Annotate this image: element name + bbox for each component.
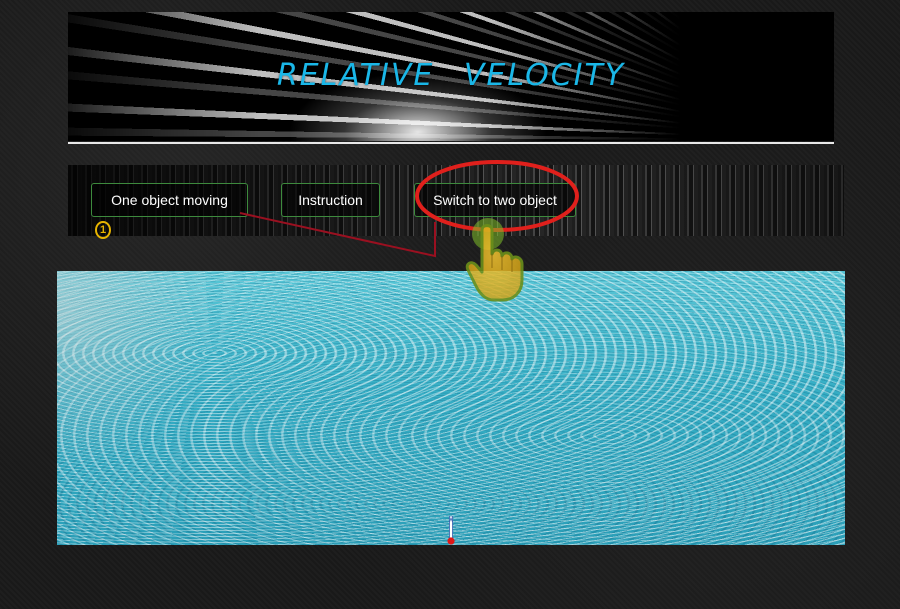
annotation-overlay — [239, 160, 579, 258]
pointing-hand-icon — [465, 218, 524, 302]
annotation-connector-line — [239, 212, 436, 258]
